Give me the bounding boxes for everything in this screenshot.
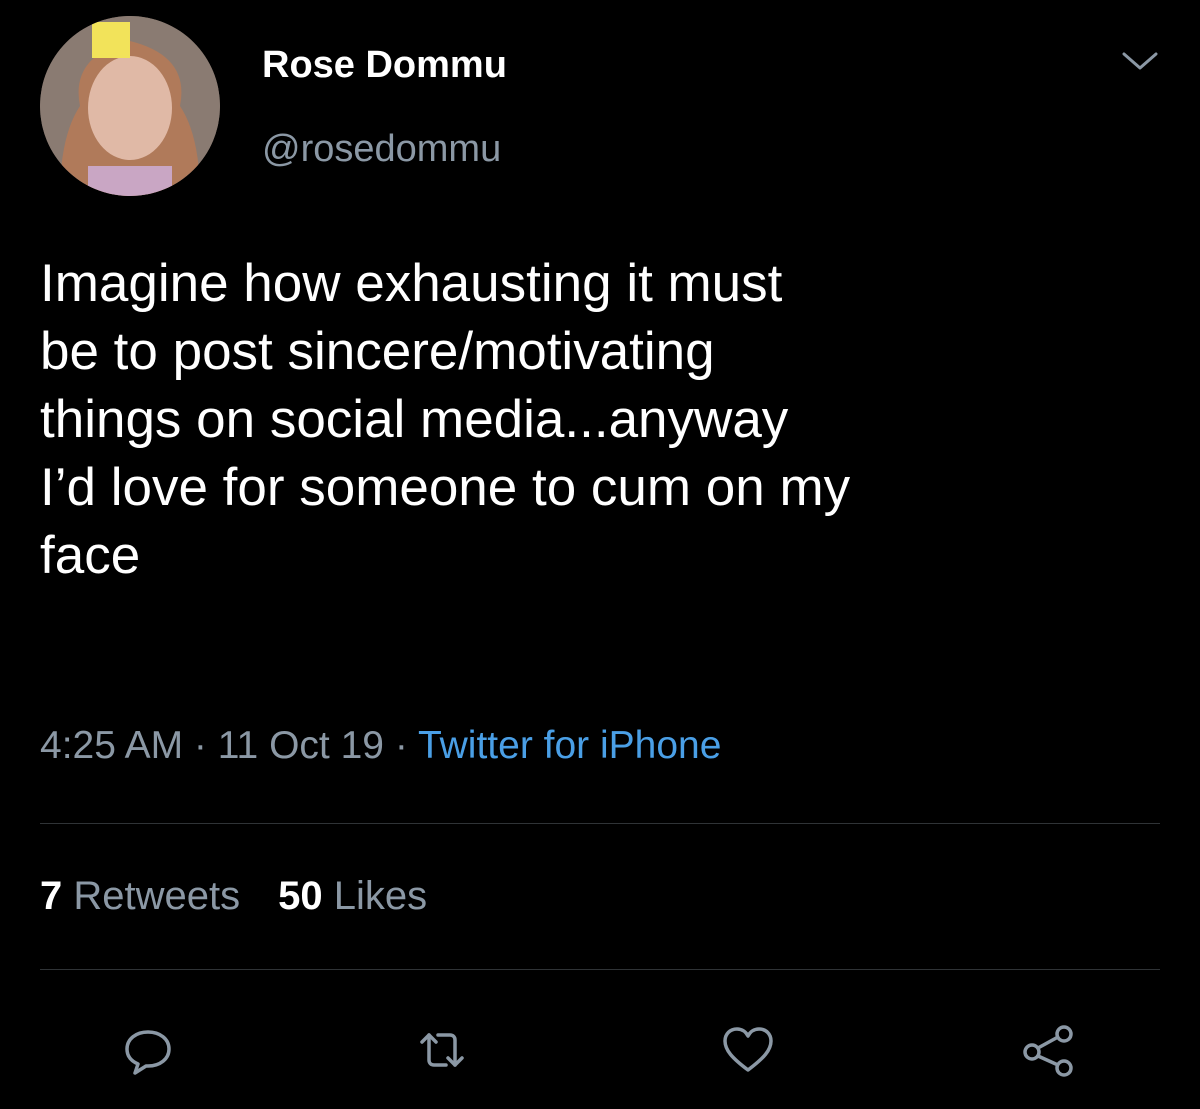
retweets-label: Retweets	[73, 874, 241, 918]
chevron-down-icon[interactable]	[1120, 50, 1160, 74]
tweet-time: 4:25 AM	[40, 724, 184, 767]
retweets-stat[interactable]: 7 Retweets	[40, 874, 240, 918]
metadata-separator: ·	[383, 724, 418, 767]
tweet-text: Imagine how exhausting it must be to pos…	[40, 254, 851, 585]
share-icon[interactable]	[1018, 1020, 1078, 1080]
retweet-icon[interactable]	[412, 1020, 472, 1080]
likes-stat[interactable]: 50 Likes	[278, 874, 427, 918]
heart-icon[interactable]	[718, 1020, 778, 1080]
avatar-image	[40, 16, 220, 196]
display-name[interactable]: Rose Dommu	[262, 44, 507, 87]
metadata-separator: ·	[183, 724, 218, 767]
tweet-metadata: 4:25 AM · 11 Oct 19 · Twitter for iPhone	[40, 724, 721, 768]
likes-count: 50	[278, 874, 323, 918]
likes-label: Likes	[333, 874, 428, 918]
tweet-date: 11 Oct 19	[217, 724, 384, 767]
divider	[40, 969, 1160, 970]
tweet-source-link[interactable]: Twitter for iPhone	[418, 724, 721, 767]
engagement-stats: 7 Retweets 50 Likes	[40, 874, 427, 919]
user-handle[interactable]: @rosedommu	[262, 128, 501, 171]
retweets-count: 7	[40, 874, 63, 918]
reply-icon[interactable]	[118, 1020, 178, 1080]
avatar[interactable]	[40, 16, 220, 196]
divider	[40, 823, 1160, 824]
